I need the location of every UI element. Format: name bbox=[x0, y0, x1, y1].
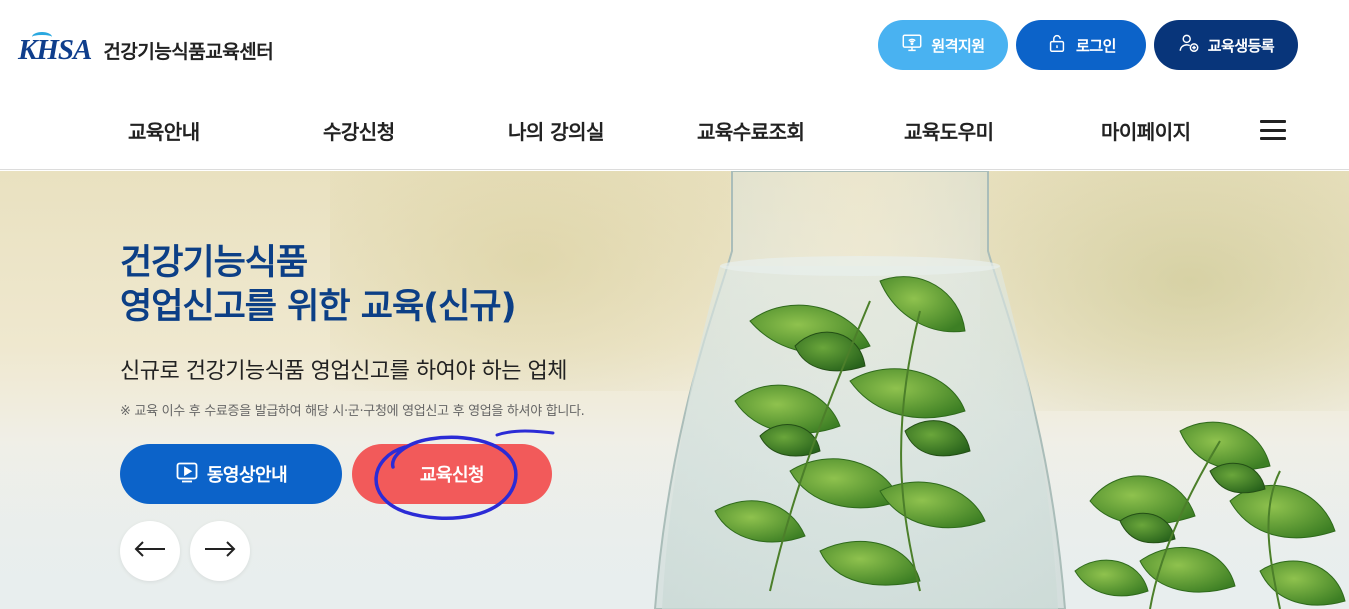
apply-education-label: 교육신청 bbox=[419, 465, 485, 486]
user-plus-icon bbox=[1178, 32, 1200, 58]
apply-education-button[interactable]: 교육신청 bbox=[352, 444, 552, 504]
remote-support-label: 원격지원 bbox=[931, 36, 985, 55]
register-student-label: 교육생등록 bbox=[1207, 36, 1275, 55]
hero-subtitle: 신규로 건강기능식품 영업신고를 하여야 하는 업체 bbox=[120, 359, 568, 384]
lock-icon bbox=[1046, 32, 1068, 58]
hero-flask-herb-image bbox=[653, 171, 1346, 609]
site-logo[interactable]: KHSA 건강기능식품교육센터 bbox=[18, 30, 274, 70]
hero-title-line2: 영업신고를 위한 교육(신규) bbox=[120, 287, 517, 327]
hero-note: ※ 교육 이수 후 수료증을 발급하여 해당 시·군·구청에 영업신고 후 영업… bbox=[120, 404, 585, 419]
org-name: 건강기능식품교육센터 bbox=[103, 40, 274, 63]
arrow-left-icon bbox=[134, 541, 166, 561]
site-header: KHSA 건강기능식품교육센터 원격지원 로그인 교육생등록 교육안내 수강신청… bbox=[0, 0, 1349, 170]
video-guide-label: 동영상안내 bbox=[206, 465, 288, 486]
video-guide-button[interactable]: 동영상안내 bbox=[120, 444, 342, 504]
logo-mark: KHSA bbox=[18, 31, 92, 66]
nav-item-my-classroom[interactable]: 나의 강의실 bbox=[508, 116, 604, 145]
login-label: 로그인 bbox=[1076, 36, 1116, 55]
monitor-wifi-icon bbox=[901, 32, 923, 58]
hero-title: 건강기능식품 영업신고를 위한 교육(신규) bbox=[120, 241, 517, 329]
slide-prev-button[interactable] bbox=[120, 521, 180, 581]
hamburger-menu-icon[interactable] bbox=[1260, 120, 1286, 140]
nav-item-education-info[interactable]: 교육안내 bbox=[128, 116, 200, 145]
register-student-button[interactable]: 교육생등록 bbox=[1154, 20, 1298, 70]
slide-next-button[interactable] bbox=[190, 521, 250, 581]
nav-item-education-help[interactable]: 교육도우미 bbox=[904, 116, 994, 145]
nav-item-mypage[interactable]: 마이페이지 bbox=[1101, 116, 1191, 145]
login-button[interactable]: 로그인 bbox=[1016, 20, 1146, 70]
main-nav: 교육안내 수강신청 나의 강의실 교육수료조회 교육도우미 마이페이지 bbox=[0, 110, 1349, 150]
nav-item-completion-lookup[interactable]: 교육수료조회 bbox=[697, 116, 805, 145]
remote-support-button[interactable]: 원격지원 bbox=[878, 20, 1008, 70]
arrow-right-icon bbox=[204, 541, 236, 561]
hero-banner: 건강기능식품 영업신고를 위한 교육(신규) 신규로 건강기능식품 영업신고를 … bbox=[0, 171, 1349, 609]
top-utility-buttons: 원격지원 로그인 교육생등록 bbox=[878, 20, 1298, 70]
nav-item-course-registration[interactable]: 수강신청 bbox=[323, 116, 395, 145]
play-screen-icon bbox=[175, 460, 199, 489]
hero-title-line1: 건강기능식품 bbox=[120, 243, 308, 283]
